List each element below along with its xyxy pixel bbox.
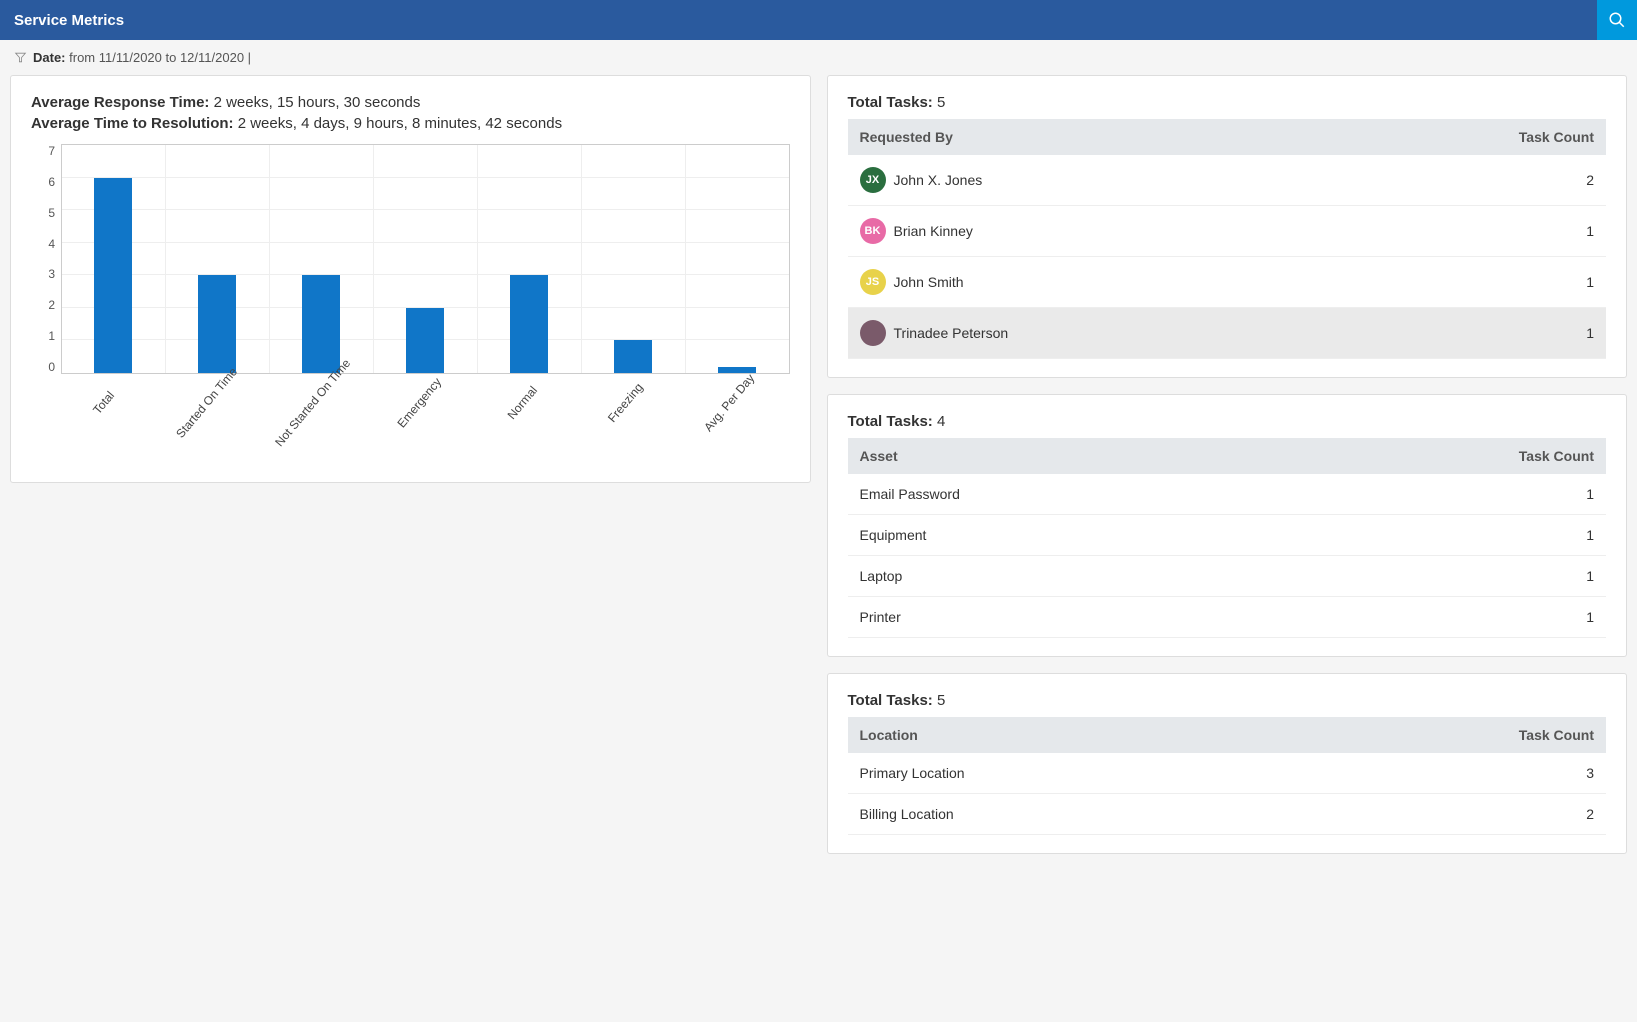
avg-response-label: Average Response Time: [31,94,209,111]
page-title: Service Metrics [0,12,124,29]
bar-slot [166,145,270,373]
cell-name: Laptop [848,556,1270,597]
person-name: John X. Jones [894,172,983,188]
avatar: JX [860,167,886,193]
asset-card: Total Tasks: 4 Asset Task Count Email Pa… [827,394,1628,657]
y-tick: 1 [31,329,55,343]
bar-slot [478,145,582,373]
bar[interactable] [94,178,132,373]
location-table: Location Task Count Primary Location3Bil… [848,717,1607,835]
avatar [860,320,886,346]
filter-bar[interactable]: Date: from 11/11/2020 to 12/11/2020 | [0,40,1637,75]
table-row[interactable]: BK Brian Kinney 1 [848,206,1607,257]
avatar: BK [860,218,886,244]
table-row[interactable]: Billing Location2 [848,794,1607,835]
bar[interactable] [302,275,340,373]
bar[interactable] [406,308,444,373]
table-row[interactable]: Laptop1 [848,556,1607,597]
y-tick: 4 [31,237,55,251]
bar[interactable] [198,275,236,373]
cell-name: Printer [848,597,1270,638]
x-label: Freezing [583,379,686,464]
person-name: John Smith [894,274,964,290]
table-row[interactable]: JS John Smith 1 [848,257,1607,308]
cell-count: 1 [1329,206,1606,257]
y-tick: 3 [31,267,55,281]
location-total: Total Tasks: 5 [848,692,1607,709]
x-label: Started On Time [164,379,267,464]
location-card: Total Tasks: 5 Location Task Count Prima… [827,673,1628,854]
requested-total: Total Tasks: 5 [848,94,1607,111]
header: Service Metrics [0,0,1637,40]
filter-icon [14,51,27,64]
cell-name: Billing Location [848,794,1277,835]
avg-response-line: Average Response Time: 2 weeks, 15 hours… [31,94,790,111]
metrics-card: Average Response Time: 2 weeks, 15 hours… [10,75,811,483]
bar-slot [374,145,478,373]
cell-name: Primary Location [848,753,1277,794]
table-row[interactable]: Printer1 [848,597,1607,638]
bar-slot [686,145,789,373]
x-label: Not Started On Time [267,379,376,464]
cell-name: Equipment [848,515,1270,556]
table-row[interactable]: Primary Location3 [848,753,1607,794]
table-row[interactable]: Trinadee Peterson 1 [848,308,1607,359]
asset-table: Asset Task Count Email Password1Equipmen… [848,438,1607,638]
cell-count: 1 [1269,597,1606,638]
filter-value: from 11/11/2020 to 12/11/2020 | [69,50,251,65]
cell-count: 3 [1276,753,1606,794]
col-task-count[interactable]: Task Count [1269,438,1606,474]
cell-count: 1 [1269,515,1606,556]
asset-total: Total Tasks: 4 [848,413,1607,430]
bar-slot [62,145,166,373]
y-tick: 0 [31,360,55,374]
cell-name: Email Password [848,474,1270,515]
bar-slot [582,145,686,373]
table-row[interactable]: Equipment1 [848,515,1607,556]
cell-count: 2 [1276,794,1606,835]
requested-by-card: Total Tasks: 5 Requested By Task Count J… [827,75,1628,378]
avatar: JS [860,269,886,295]
requested-table: Requested By Task Count JX John X. Jones 2… [848,119,1607,359]
x-label: Normal [480,379,583,464]
cell-count: 1 [1269,474,1606,515]
col-location[interactable]: Location [848,717,1277,753]
bar[interactable] [718,367,756,374]
col-task-count[interactable]: Task Count [1329,119,1606,155]
col-requested-by[interactable]: Requested By [848,119,1330,155]
cell-count: 1 [1269,556,1606,597]
cell-count: 1 [1329,308,1606,359]
search-icon [1608,11,1626,29]
avg-resolution-line: Average Time to Resolution: 2 weeks, 4 d… [31,115,790,132]
table-row[interactable]: JX John X. Jones 2 [848,155,1607,206]
x-label: Total [61,379,164,464]
bar[interactable] [614,340,652,373]
table-row[interactable]: Email Password1 [848,474,1607,515]
person-name: Trinadee Peterson [894,325,1009,341]
x-label: Avg. Per Day [686,379,789,464]
cell-count: 1 [1329,257,1606,308]
bar-chart: 7 6 5 4 3 2 1 0 TotalStarted On TimeNot Started… [31,144,790,464]
avg-resolution-value: 2 weeks, 4 days, 9 hours, 8 minutes, 42 … [238,115,562,132]
y-tick: 5 [31,206,55,220]
person-name: Brian Kinney [894,223,973,239]
col-task-count[interactable]: Task Count [1276,717,1606,753]
y-tick: 6 [31,175,55,189]
cell-count: 2 [1329,155,1606,206]
search-button[interactable] [1597,0,1637,40]
avg-resolution-label: Average Time to Resolution: [31,115,234,132]
y-tick: 2 [31,298,55,312]
filter-label: Date: [33,50,66,65]
bar[interactable] [510,275,548,373]
x-label: Emergency [377,379,480,464]
bar-slot [270,145,374,373]
y-tick: 7 [31,144,55,158]
avg-response-value: 2 weeks, 15 hours, 30 seconds [214,94,421,111]
col-asset[interactable]: Asset [848,438,1270,474]
